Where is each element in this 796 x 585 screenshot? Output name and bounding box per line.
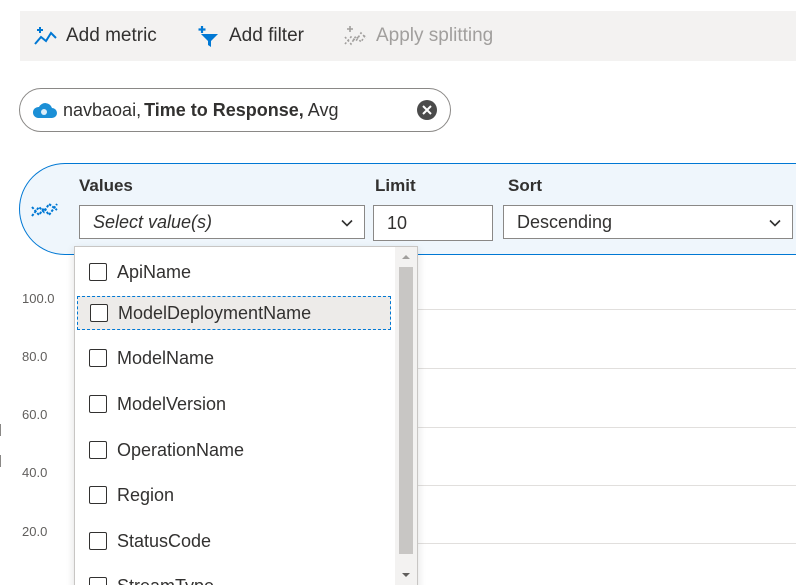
values-placeholder: Select value(s) (93, 211, 213, 232)
chevron-down-icon (769, 219, 781, 227)
checkbox[interactable] (89, 395, 107, 413)
splitting-icon (31, 202, 58, 217)
option-label: ApiName (117, 261, 192, 282)
option-label: ModelVersion (117, 393, 227, 414)
option-modelname[interactable]: ModelName (75, 341, 395, 375)
option-statuscode[interactable]: StatusCode (75, 524, 395, 558)
metric-resource: navbaoai, (63, 99, 142, 120)
add-filter-button[interactable]: Add filter (195, 11, 304, 61)
y-tick-label: 60.0 (22, 407, 48, 422)
chevron-down-icon (341, 219, 353, 227)
option-label: Region (117, 484, 175, 505)
sort-label: Sort (508, 176, 542, 195)
cloud-resource-icon (32, 103, 57, 118)
axis-marker (0, 455, 3, 467)
checkbox[interactable] (89, 577, 107, 585)
metric-pill[interactable]: navbaoai, Time to Response, Avg (19, 88, 451, 132)
checkbox[interactable] (89, 486, 107, 504)
apply-splitting-icon (342, 23, 368, 49)
values-label: Values (79, 176, 133, 195)
remove-metric-button[interactable] (417, 100, 437, 120)
add-metric-label: Add metric (66, 25, 157, 46)
metric-aggregation: Avg (307, 99, 339, 120)
scroll-up-icon[interactable] (400, 251, 412, 263)
y-tick-label: 80.0 (22, 349, 48, 364)
checkbox[interactable] (89, 441, 107, 459)
sort-value: Descending (517, 211, 613, 232)
option-label: ModelName (117, 347, 215, 368)
limit-input[interactable]: 10 (373, 205, 493, 241)
checkbox[interactable] (89, 532, 107, 550)
scrollbar-thumb[interactable] (399, 267, 413, 554)
option-region[interactable]: Region (75, 478, 395, 512)
option-apiname[interactable]: ApiName (75, 255, 395, 289)
limit-label: Limit (375, 176, 416, 195)
metric-name: Time to Response, (144, 99, 304, 120)
values-dropdown[interactable]: Select value(s) (79, 205, 365, 239)
scroll-down-icon[interactable] (400, 569, 412, 581)
option-label: ModelDeploymentName (118, 302, 312, 323)
checkbox[interactable] (90, 304, 108, 322)
checkbox[interactable] (89, 349, 107, 367)
option-label: StatusCode (117, 530, 212, 551)
apply-splitting-label: Apply splitting (376, 25, 494, 46)
add-filter-label: Add filter (229, 25, 304, 46)
metrics-toolbar: Add metric Add filter Apply splitting (20, 11, 796, 61)
y-tick-label: 100.0 (22, 291, 55, 306)
option-streamtype[interactable]: StreamType (75, 569, 395, 585)
add-metric-button[interactable]: Add metric (32, 11, 157, 61)
apply-splitting-button[interactable]: Apply splitting (342, 11, 493, 61)
sort-dropdown[interactable]: Descending (503, 205, 793, 239)
axis-marker (0, 424, 3, 436)
values-options-list: ApiName ModelDeploymentName ModelName Mo… (74, 246, 418, 585)
option-label: StreamType (117, 576, 214, 585)
checkbox[interactable] (89, 263, 107, 281)
add-filter-icon (195, 23, 221, 49)
add-metric-icon (32, 23, 58, 49)
option-operationname[interactable]: OperationName (75, 433, 395, 467)
option-label: OperationName (117, 439, 245, 460)
y-tick-label: 20.0 (22, 524, 48, 539)
y-tick-label: 40.0 (22, 465, 48, 480)
list-scrollbar[interactable] (395, 247, 417, 585)
option-modeldeploymentname[interactable]: ModelDeploymentName (77, 296, 391, 330)
limit-value: 10 (387, 212, 408, 233)
option-modelversion[interactable]: ModelVersion (75, 387, 395, 421)
close-icon (422, 105, 432, 115)
